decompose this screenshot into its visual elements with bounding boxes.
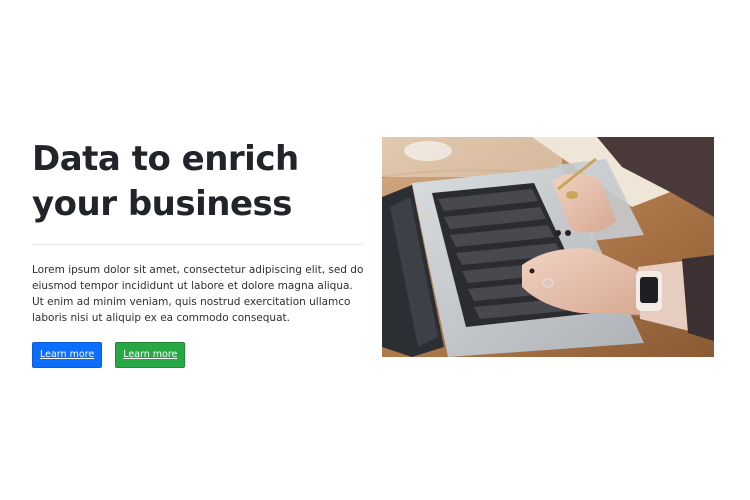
hero-button-row: Learn more Learn more [32, 342, 364, 368]
learn-more-success-button[interactable]: Learn more [115, 342, 186, 368]
hero-section: Data to enrich your business Lorem ipsum… [32, 137, 714, 368]
learn-more-primary-button[interactable]: Learn more [32, 342, 103, 368]
laptop-photo [382, 137, 714, 357]
hero-divider [32, 244, 363, 245]
hero-title: Data to enrich your business [32, 139, 299, 224]
laptop-photo-illustration [382, 137, 714, 357]
hero-description: Lorem ipsum dolor sit amet, consectetur … [32, 264, 364, 324]
hero-text-column: Data to enrich your business Lorem ipsum… [32, 137, 364, 368]
